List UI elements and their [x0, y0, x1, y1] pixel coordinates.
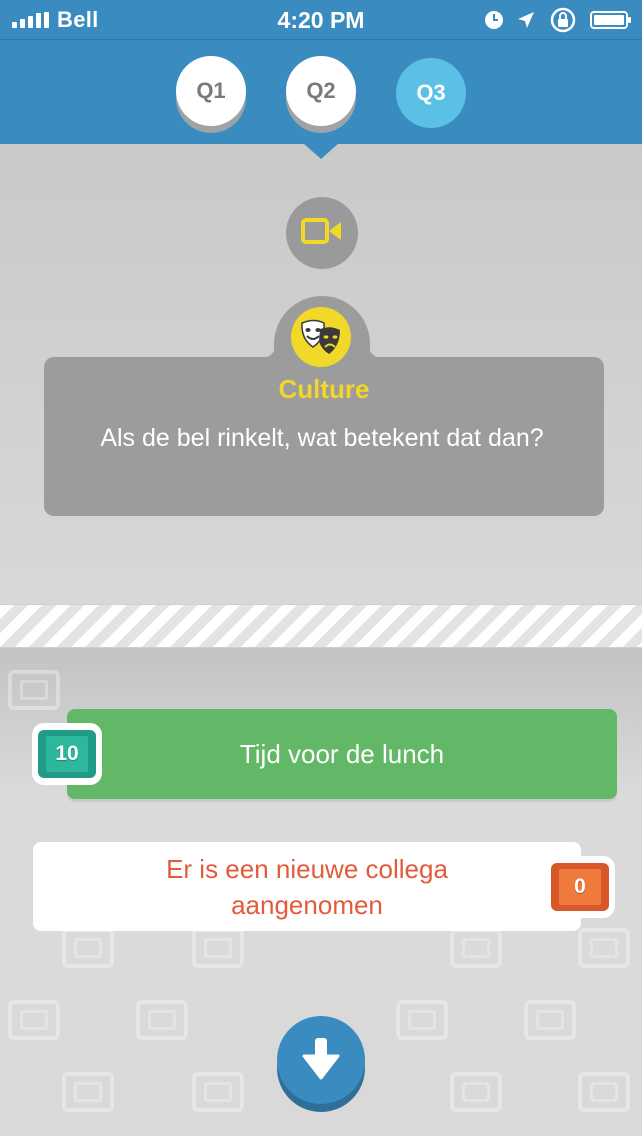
background-gem-icon [62, 1072, 114, 1112]
background-gem-icon [8, 1000, 60, 1040]
score-gem-correct: 10 [32, 723, 102, 785]
rotation-lock-icon [548, 5, 578, 35]
location-icon [516, 10, 536, 30]
question-text: Als de bel rinkelt, wat betekent dat dan… [100, 424, 544, 452]
score-gem-wrong: 0 [545, 856, 615, 918]
background-gem-icon [396, 1000, 448, 1040]
background-gem-icon [192, 1072, 244, 1112]
background-gem-icon [192, 928, 244, 968]
background-gem-icon [578, 928, 630, 968]
video-button[interactable] [286, 197, 358, 269]
answer-text: Tijd voor de lunch [239, 738, 445, 769]
gem-score: 10 [55, 742, 79, 765]
battery-icon [590, 10, 632, 30]
theater-masks-icon [291, 307, 351, 367]
answer-option-correct[interactable]: Tijd voor de lunch [67, 709, 617, 799]
alarm-icon [484, 10, 504, 30]
gem-icon: 0 [551, 863, 609, 911]
section-divider [0, 604, 642, 648]
background-gem-icon [8, 670, 60, 710]
tab-q3[interactable]: Q3 [396, 58, 466, 128]
background-gem-icon [450, 928, 502, 968]
status-bar-right [484, 0, 632, 40]
video-camera-icon [300, 216, 344, 251]
next-button[interactable] [277, 1016, 365, 1104]
tab-q2[interactable]: Q2 [286, 56, 356, 126]
background-gem-icon [62, 928, 114, 968]
arrow-down-icon [301, 1034, 341, 1087]
background-gem-icon [578, 1072, 630, 1112]
tab-q1[interactable]: Q1 [176, 56, 246, 126]
gem-icon: 10 [38, 730, 96, 778]
header-pointer [303, 143, 339, 159]
background-gem-icon [524, 1000, 576, 1040]
background-gem-icon [136, 1000, 188, 1040]
background-gem-icon [450, 1072, 502, 1112]
category-label: Culture [278, 374, 370, 404]
answer-option-wrong[interactable]: Er is een nieuwe collega aangenomen [33, 842, 581, 931]
gem-score: 0 [574, 875, 586, 898]
answer-text: Er is een nieuwe collega aangenomen [166, 853, 448, 920]
status-bar: Bell 4:20 PM [0, 0, 642, 40]
